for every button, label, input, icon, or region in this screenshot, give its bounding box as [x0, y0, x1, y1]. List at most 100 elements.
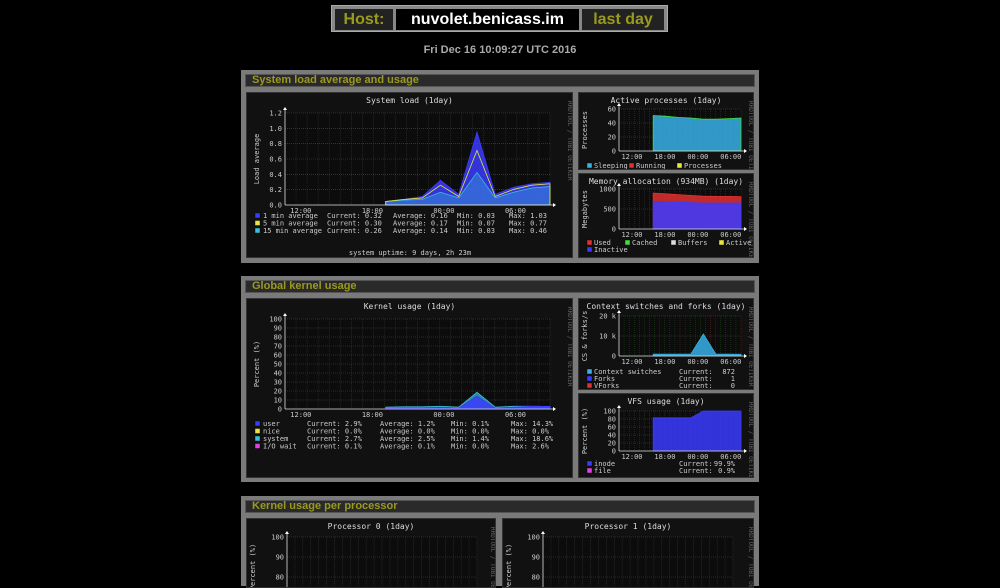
legend-name: Buffers [678, 239, 708, 247]
y-axis-label: Percent (%) [253, 341, 261, 387]
y-axis-label: Processes [581, 111, 589, 149]
legend-swatch [670, 239, 677, 246]
legend-swatch [254, 435, 261, 442]
y-tick-label: 60 [608, 106, 616, 114]
x-tick-label: 12:00 [621, 153, 642, 161]
system-load-graph[interactable]: System load (1day) RRDTOOL / TOBI OETIKER… [246, 92, 573, 258]
y-tick-label: 10 k [599, 333, 617, 341]
context-switches-graph[interactable]: Context switches and forks (1day) RRDTOOL… [578, 298, 754, 390]
y-tick-label: 20 [274, 388, 282, 396]
host-name[interactable]: nuvolet.benicass.im [396, 9, 579, 30]
section-system-load: System load average and usage System loa… [241, 70, 759, 263]
kernel-usage-graph[interactable]: Kernel usage (1day) RRDTOOL / TOBI OETIKE… [246, 298, 573, 478]
timestamp: Fri Dec 16 10:09:27 UTC 2016 [423, 44, 577, 56]
legend-swatch [586, 382, 593, 389]
section-title: System load average and usage [252, 74, 419, 86]
x-tick-label: 12:00 [290, 411, 311, 419]
rrdtool-label: RRDTOOL / TOBI OETIKER [566, 307, 572, 387]
x-tick-label: 18:00 [362, 411, 383, 419]
y-tick-label: 100 [269, 316, 282, 324]
legend-name: Sleeping [594, 162, 628, 169]
legend-swatch [586, 368, 593, 375]
y-axis-label: Percent (%) [505, 544, 513, 587]
y-tick-label: 0.6 [269, 156, 282, 164]
x-axis-arrow [744, 227, 747, 231]
legend-max: Max: 2.6% [511, 443, 550, 451]
graph-title: Active processes (1day) [611, 96, 722, 105]
y-axis-arrow [283, 107, 287, 110]
y-axis-arrow [541, 531, 545, 534]
y-tick-label: 100 [603, 408, 616, 416]
section-title-bar: Kernel usage per processor [245, 500, 755, 513]
legend-swatch [586, 375, 593, 382]
graph-canvas: System load (1day) RRDTOOL / TOBI OETIKER… [253, 96, 572, 257]
section-title: Global kernel usage [252, 280, 357, 292]
vfs-usage-graph[interactable]: VFS usage (1day) RRDTOOL / TOBI OETIKER Pe… [578, 393, 754, 478]
legend-max: Max: 0.46 [509, 227, 547, 235]
processor-0-graph[interactable]: Processor 0 (1day) RRDTOOL / TOBI OETIKER… [246, 518, 496, 588]
graph-canvas: VFS usage (1day) RRDTOOL / TOBI OETIKER Pe… [581, 397, 753, 477]
y-tick-label: 40 [274, 370, 282, 378]
x-tick-label: 06:00 [505, 411, 526, 419]
memory-allocation-graph[interactable]: Memory allocation (934MB) (1day) RRDTOOL … [578, 173, 754, 258]
host-label: Host: [335, 9, 393, 30]
x-tick-label: 12:00 [621, 358, 642, 366]
y-tick-label: 60 [608, 424, 616, 432]
processor-1-graph[interactable]: Processor 1 (1day) RRDTOOL / TOBI OETIKER… [502, 518, 754, 588]
legend-swatch [254, 443, 261, 449]
legend-value: 0 [731, 382, 735, 389]
graph-canvas: Active processes (1day) RRDTOOL / TOBI OE… [581, 96, 753, 169]
y-tick-label: 0.2 [269, 186, 282, 194]
y-axis-label: Megabytes [581, 190, 589, 228]
y-tick-label: 40 [608, 432, 616, 440]
y-axis-arrow [285, 531, 289, 534]
y-tick-label: 100 [271, 534, 284, 542]
rrdtool-label: RRDTOOL / TOBI OETIKER [747, 307, 753, 387]
x-tick-label: 06:00 [720, 153, 741, 161]
legend-swatch [676, 162, 683, 169]
legend-swatch [586, 162, 593, 169]
y-tick-label: 0.4 [269, 171, 282, 179]
graph-canvas: Kernel usage (1day) RRDTOOL / TOBI OETIKE… [253, 302, 572, 451]
y-axis-arrow [283, 313, 287, 316]
period-selector[interactable]: last day [582, 9, 664, 30]
legend-name: Inactive [594, 246, 628, 254]
x-axis-arrow [553, 407, 556, 411]
section-title-bar: System load average and usage [245, 74, 755, 87]
legend-name: Active [726, 239, 751, 247]
legend-average: Average: 0.14 [393, 227, 448, 235]
section-title: Kernel usage per processor [252, 500, 398, 512]
series-area [652, 115, 742, 152]
graph-title: Processor 1 (1day) [585, 522, 672, 531]
legend-current: Current: 0.1% [307, 443, 363, 451]
rrdtool-label: RRDTOOL / TOBI OETIKER [747, 527, 753, 587]
y-tick-label: 20 [608, 134, 616, 142]
y-tick-label: 80 [274, 334, 282, 342]
graph-title: VFS usage (1day) [627, 397, 704, 406]
y-tick-label: 0.8 [269, 140, 282, 148]
y-axis-label: CS & forks/s [581, 311, 589, 362]
y-tick-label: 0 [278, 406, 282, 414]
y-tick-label: 80 [276, 574, 284, 582]
y-tick-label: 10 [274, 397, 282, 405]
legend-swatch [586, 239, 593, 246]
active-processes-graph[interactable]: Active processes (1day) RRDTOOL / TOBI OE… [578, 92, 754, 170]
legend-name: Processes [684, 162, 722, 169]
rrdtool-label: RRDTOOL / TOBI OETIKER [489, 527, 495, 587]
graph-canvas: Memory allocation (934MB) (1day)RRDTOOL … [581, 177, 753, 257]
y-tick-label: 0 [612, 226, 616, 234]
legend-name: file [594, 467, 611, 475]
x-tick-label: 18:00 [654, 231, 675, 239]
legend-min: Min: 0.0% [451, 443, 490, 451]
section-per-processor: Kernel usage per processor Processor 0 (… [241, 496, 759, 588]
graph-title: System load (1day) [366, 96, 453, 105]
y-tick-label: 0 [612, 148, 616, 156]
y-tick-label: 1000 [599, 186, 616, 194]
legend-min: Min: 0.03 [457, 227, 495, 235]
legend-swatch [586, 246, 593, 253]
x-tick-label: 00:00 [433, 411, 454, 419]
legend-swatch [718, 239, 725, 246]
y-tick-label: 30 [274, 379, 282, 387]
legend-swatch [254, 428, 261, 434]
series-area [652, 200, 742, 230]
